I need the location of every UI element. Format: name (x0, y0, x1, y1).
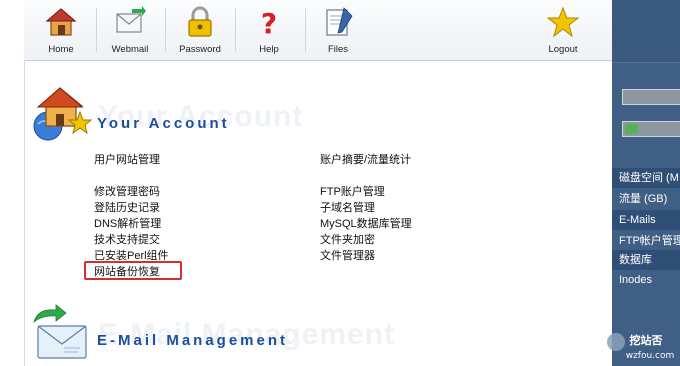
disk-usage-bar (622, 89, 680, 105)
sidebar-item-traffic: 流量 (GB) (619, 193, 668, 205)
svg-text:?: ? (261, 7, 277, 38)
home-icon (45, 8, 77, 36)
mail-icon (116, 6, 146, 33)
account-title: Your Account (97, 115, 230, 132)
svg-text:挖站否: 挖站否 (630, 333, 663, 347)
home-label: Home (48, 44, 74, 55)
bandwidth-usage-fill (625, 124, 638, 134)
star-icon (547, 6, 579, 38)
watermark-logo: 挖站否 wzfou.com (607, 333, 675, 361)
account-link[interactable]: DNS解析管理 (94, 215, 161, 231)
webmail-label: Webmail (111, 44, 149, 55)
sidebar-item-disk: 磁盘空间 (M (612, 168, 680, 188)
toolbar-separator (165, 8, 166, 52)
account-link[interactable]: FTP账户管理 (320, 183, 385, 199)
files-label: Files (327, 44, 349, 55)
right-sidebar: 磁盘空间 (M 流量 (GB) E-Mails FTP帐户管理 数据库 Inod… (612, 0, 680, 366)
webmail-button[interactable]: Webmail (97, 4, 163, 58)
account-link[interactable]: 登陆历史记录 (94, 199, 160, 215)
account-link[interactable]: 文件管理器 (320, 247, 375, 263)
help-label: Help (259, 44, 279, 55)
files-icon (326, 7, 353, 36)
logout-button[interactable]: Logout (530, 4, 596, 58)
account-link[interactable]: 账户摘要/流量统计 (320, 151, 411, 167)
logout-label: Logout (548, 44, 578, 55)
email-title: E-Mail Management (97, 332, 289, 349)
account-link[interactable]: 技术支持提交 (94, 231, 160, 247)
help-icon: ? (261, 7, 277, 38)
account-link[interactable]: 用户网站管理 (94, 151, 160, 167)
lock-icon (188, 6, 212, 37)
email-icon (33, 304, 87, 359)
files-button[interactable]: Files (305, 4, 371, 58)
help-button[interactable]: ? Help (236, 4, 302, 58)
sidebar-item-ftp: FTP帐户管理 (619, 235, 680, 247)
account-link[interactable]: 文件夹加密 (320, 231, 375, 247)
account-icon (33, 87, 93, 141)
password-label: Password (179, 44, 221, 55)
top-toolbar: Home Webmail Password ? Help Files Logou… (24, 0, 612, 61)
account-link[interactable]: 修改管理密码 (94, 183, 160, 199)
sidebar-header (612, 0, 680, 63)
sidebar-item-inodes: Inodes (619, 274, 653, 286)
home-button[interactable]: Home (28, 4, 94, 58)
left-margin (0, 0, 24, 366)
sidebar-item-emails: E-Mails (612, 210, 680, 230)
account-link[interactable]: MySQL数据库管理 (320, 215, 412, 231)
sidebar-item-database: 数据库 (612, 250, 680, 270)
svg-text:wzfou.com: wzfou.com (626, 351, 675, 361)
password-button[interactable]: Password (167, 4, 233, 58)
account-link[interactable]: 子域名管理 (320, 199, 375, 215)
highlight-box (84, 261, 182, 280)
bandwidth-usage-bar (622, 121, 680, 137)
